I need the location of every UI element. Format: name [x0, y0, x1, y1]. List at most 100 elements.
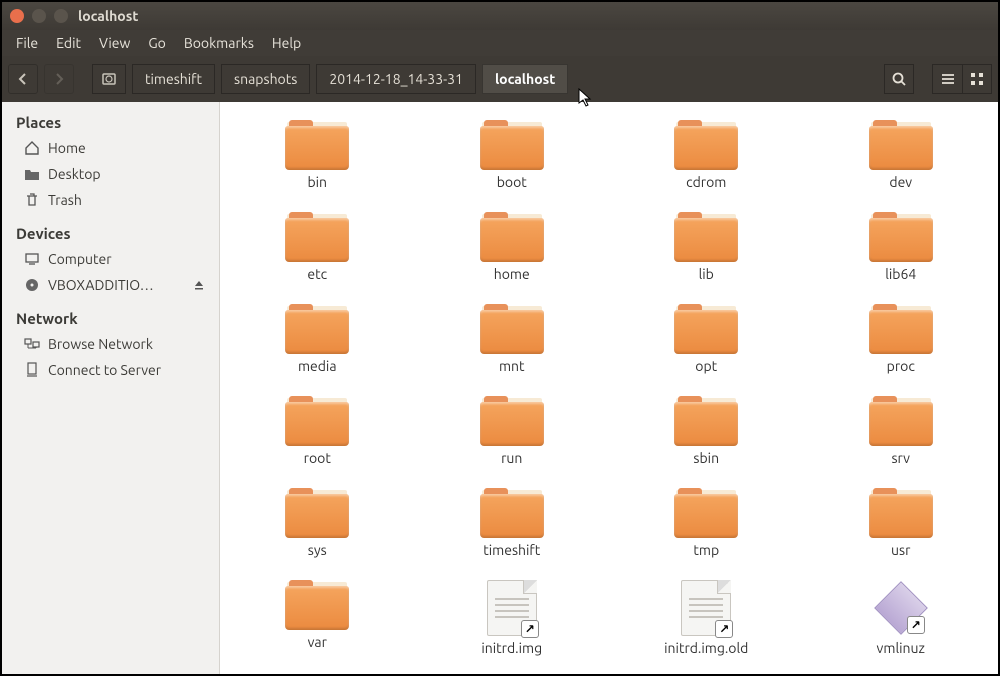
folder-icon: [674, 304, 738, 354]
file-item[interactable]: var: [250, 576, 385, 660]
drive-icon: [101, 71, 117, 87]
folder-icon: [480, 304, 544, 354]
sidebar-item-trash[interactable]: Trash: [2, 187, 219, 213]
folder-icon: [674, 212, 738, 262]
window-titlebar: localhost: [2, 2, 998, 30]
file-item-label: media: [298, 358, 337, 374]
file-item-label: sbin: [693, 450, 719, 466]
breadcrumb-root-icon[interactable]: [92, 64, 126, 94]
view-list-button[interactable]: [932, 64, 962, 94]
file-item[interactable]: home: [445, 208, 580, 286]
menu-bookmarks[interactable]: Bookmarks: [176, 32, 262, 54]
folder-icon: [480, 120, 544, 170]
file-item[interactable]: etc: [250, 208, 385, 286]
sidebar-item-browse-network[interactable]: Browse Network: [2, 331, 219, 357]
trash-icon: [24, 192, 40, 208]
file-item-label: timeshift: [483, 542, 540, 558]
sidebar: Places Home Desktop Trash Devices Comput…: [2, 102, 220, 674]
sidebar-item-home[interactable]: Home: [2, 135, 219, 161]
menu-file[interactable]: File: [8, 32, 46, 54]
file-item[interactable]: dev: [834, 116, 969, 194]
file-item-label: usr: [891, 542, 910, 558]
folder-icon: [869, 212, 933, 262]
file-item-label: proc: [887, 358, 915, 374]
sidebar-item-computer[interactable]: Computer: [2, 246, 219, 272]
sidebar-item-desktop[interactable]: Desktop: [2, 161, 219, 187]
sidebar-item-connect-server[interactable]: Connect to Server: [2, 357, 219, 383]
file-item[interactable]: srv: [834, 392, 969, 470]
folder-icon: [674, 396, 738, 446]
home-icon: [24, 140, 40, 156]
file-item[interactable]: cdrom: [639, 116, 774, 194]
file-item[interactable]: proc: [834, 300, 969, 378]
breadcrumb-localhost[interactable]: localhost: [482, 64, 568, 94]
sidebar-item-label: VBOXADDITIO…: [48, 277, 154, 293]
file-item-label: dev: [889, 174, 912, 190]
file-item[interactable]: boot: [445, 116, 580, 194]
view-mode-group: [932, 64, 992, 94]
file-item[interactable]: media: [250, 300, 385, 378]
folder-icon: [285, 488, 349, 538]
breadcrumb-datetime[interactable]: 2014-12-18_14-33-31: [316, 64, 476, 94]
file-item-label: home: [494, 266, 530, 282]
menu-go[interactable]: Go: [140, 32, 173, 54]
menubar: File Edit View Go Bookmarks Help: [2, 30, 998, 56]
file-item-label: srv: [891, 450, 910, 466]
sidebar-item-label: Trash: [48, 192, 82, 208]
main-area: Places Home Desktop Trash Devices Comput…: [2, 102, 998, 674]
file-view[interactable]: binboot cdrom dev etc home lib lib64 media mnt op…: [220, 102, 998, 674]
window-maximize-button[interactable]: [54, 9, 68, 23]
folder-icon: [480, 488, 544, 538]
file-item-label: tmp: [693, 542, 719, 558]
file-item-label: etc: [307, 266, 327, 282]
window-controls: [10, 9, 68, 23]
menu-view[interactable]: View: [91, 32, 138, 54]
file-item[interactable]: run: [445, 392, 580, 470]
window-close-button[interactable]: [10, 9, 24, 23]
file-item-label: cdrom: [686, 174, 726, 190]
file-item[interactable]: ↗initrd.img: [445, 576, 580, 660]
file-item[interactable]: bin: [250, 116, 385, 194]
view-grid-button[interactable]: [962, 64, 992, 94]
sidebar-item-label: Computer: [48, 251, 112, 267]
file-item[interactable]: timeshift: [445, 484, 580, 562]
disc-icon: [24, 277, 40, 293]
file-item[interactable]: lib64: [834, 208, 969, 286]
search-button[interactable]: [884, 64, 914, 94]
window-minimize-button[interactable]: [32, 9, 46, 23]
file-item[interactable]: usr: [834, 484, 969, 562]
file-item[interactable]: tmp: [639, 484, 774, 562]
menu-edit[interactable]: Edit: [48, 32, 89, 54]
file-item[interactable]: opt: [639, 300, 774, 378]
file-item-label: mnt: [499, 358, 525, 374]
file-item[interactable]: mnt: [445, 300, 580, 378]
folder-icon: [869, 488, 933, 538]
file-item[interactable]: sbin: [639, 392, 774, 470]
folder-icon: [869, 120, 933, 170]
nav-back-button[interactable]: [8, 64, 38, 94]
breadcrumb-timeshift[interactable]: timeshift: [132, 64, 215, 94]
folder-icon: [285, 120, 349, 170]
binary-link-icon: ↗: [873, 580, 929, 636]
menu-help[interactable]: Help: [264, 32, 309, 54]
file-item[interactable]: sys: [250, 484, 385, 562]
window-title: localhost: [78, 8, 138, 24]
folder-icon: [869, 396, 933, 446]
sidebar-item-label: Browse Network: [48, 336, 153, 352]
sidebar-item-vboxadditions[interactable]: VBOXADDITIO…: [2, 272, 219, 298]
eject-icon[interactable]: [193, 279, 205, 291]
file-item[interactable]: ↗vmlinuz: [834, 576, 969, 660]
file-item-label: sys: [308, 542, 327, 558]
file-grid: binboot cdrom dev etc home lib lib64 media mnt op…: [250, 116, 968, 660]
file-item[interactable]: root: [250, 392, 385, 470]
breadcrumb-snapshots[interactable]: snapshots: [221, 64, 310, 94]
file-item-label: run: [501, 450, 522, 466]
folder-icon: [285, 212, 349, 262]
folder-icon: [285, 396, 349, 446]
file-item[interactable]: lib: [639, 208, 774, 286]
file-item[interactable]: ↗initrd.img.old: [639, 576, 774, 660]
nav-forward-button[interactable]: [44, 64, 74, 94]
sidebar-item-label: Desktop: [48, 166, 101, 182]
file-item-label: initrd.img: [481, 640, 542, 656]
file-link-icon: ↗: [681, 580, 731, 636]
